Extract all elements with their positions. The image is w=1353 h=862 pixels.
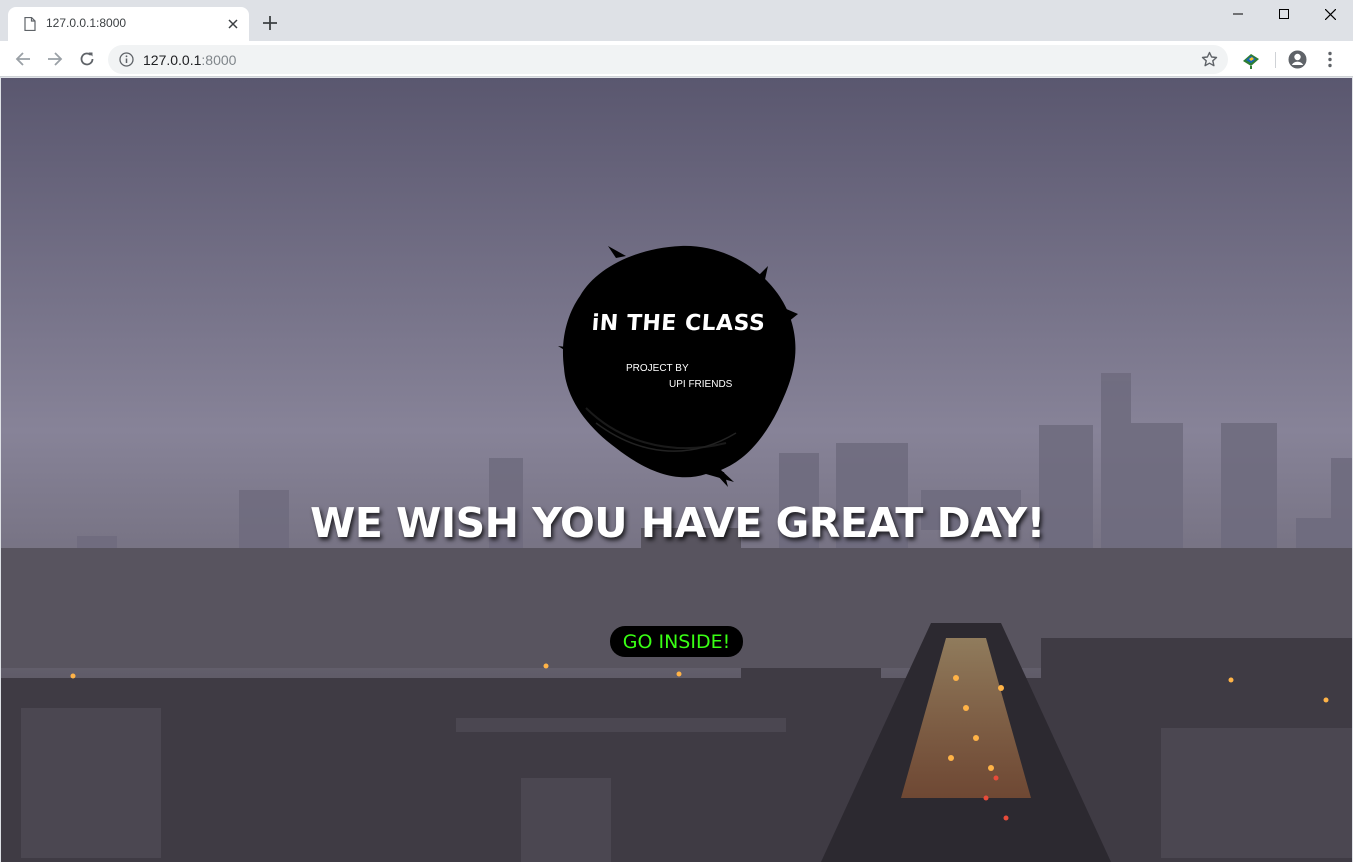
tab-title: 127.0.0.1:8000 bbox=[46, 16, 127, 30]
browser-tab[interactable]: 127.0.0.1:8000 bbox=[8, 7, 249, 41]
page-icon bbox=[24, 17, 36, 31]
url-host: 127.0.0.1 bbox=[143, 52, 202, 68]
page-viewport: iN THE CLASS PROJECT BY UPI FRIENDS WE W… bbox=[1, 78, 1352, 862]
reload-icon[interactable] bbox=[76, 48, 98, 70]
extension-icon[interactable] bbox=[1241, 50, 1261, 70]
window-minimize-icon[interactable] bbox=[1215, 0, 1261, 28]
browser-toolbar: 127.0.0.1:8000 bbox=[0, 41, 1353, 77]
window-close-icon[interactable] bbox=[1307, 0, 1353, 28]
back-arrow-icon[interactable] bbox=[12, 48, 34, 70]
url-port: :8000 bbox=[201, 52, 237, 68]
window-maximize-icon[interactable] bbox=[1261, 0, 1307, 28]
more-vert-icon[interactable] bbox=[1322, 50, 1338, 69]
logo-team-name: UPI FRIENDS bbox=[669, 379, 733, 390]
new-tab-plus-icon[interactable] bbox=[261, 14, 279, 32]
bookmark-star-icon[interactable] bbox=[1201, 51, 1218, 68]
toolbar-divider bbox=[1275, 52, 1276, 68]
info-icon[interactable] bbox=[119, 52, 134, 67]
go-inside-button[interactable]: GO INSIDE! bbox=[610, 626, 743, 657]
browser-titlebar: 127.0.0.1:8000 bbox=[0, 0, 1353, 41]
logo: iN THE CLASS PROJECT BY UPI FRIENDS bbox=[556, 238, 801, 488]
url-text[interactable]: 127.0.0.1:8000 bbox=[143, 52, 236, 68]
logo-title: iN THE CLASS bbox=[590, 311, 767, 336]
forward-arrow-icon[interactable] bbox=[44, 48, 66, 70]
address-bar[interactable]: 127.0.0.1:8000 bbox=[108, 45, 1228, 74]
profile-icon[interactable] bbox=[1288, 50, 1307, 69]
logo-project-by: PROJECT BY bbox=[626, 363, 689, 374]
tab-close-icon[interactable] bbox=[225, 16, 241, 32]
hero-headline: WE WISH YOU HAVE GREAT DAY! bbox=[310, 499, 1045, 547]
